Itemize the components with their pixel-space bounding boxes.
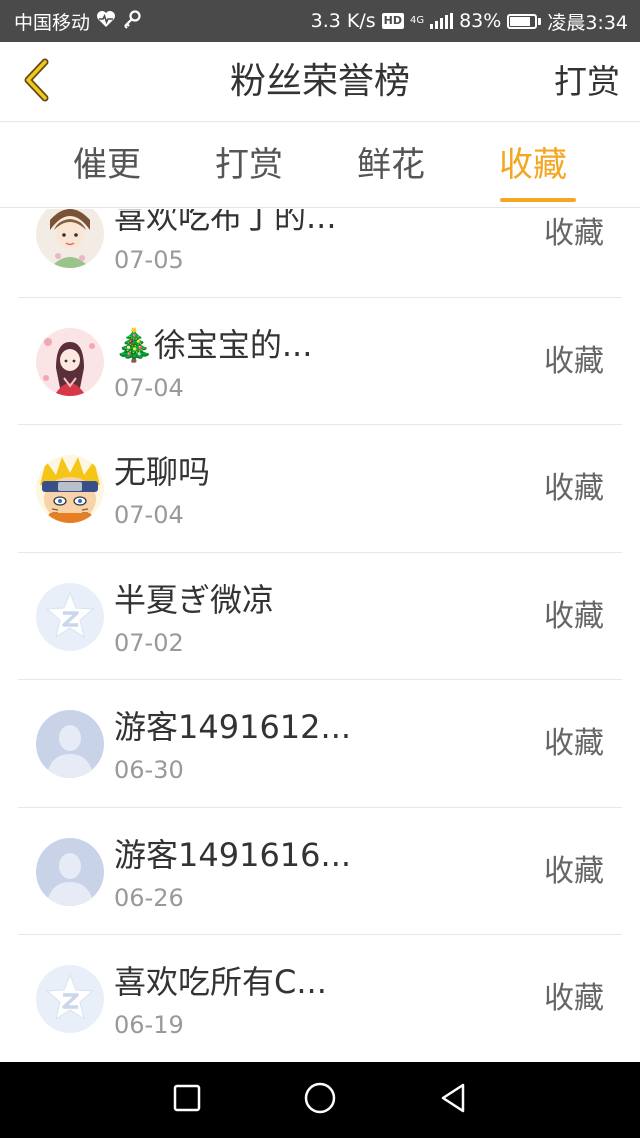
key-icon <box>122 9 142 34</box>
action-type: 收藏 <box>544 853 604 889</box>
tab-label: 收藏 <box>499 145 567 185</box>
list-item[interactable]: 无聊吗 07-04 收藏 <box>18 425 622 553</box>
action-date: 06-26 <box>114 883 184 912</box>
tab-label: 打赏 <box>215 145 283 185</box>
nav-back-button[interactable] <box>423 1070 483 1130</box>
recent-apps-button[interactable] <box>157 1070 217 1130</box>
action-date: 06-30 <box>114 756 184 784</box>
default-z-avatar <box>36 965 104 1033</box>
back-icon <box>438 1082 468 1118</box>
user-name: 喜欢吃布丁的... <box>114 209 337 236</box>
list-item[interactable]: 喜欢吃所有C... 06-19 收藏 <box>18 935 622 1062</box>
naruto-avatar <box>36 455 104 523</box>
anime-girl-avatar <box>36 327 104 396</box>
net-speed: 3.3 K/s <box>310 10 376 32</box>
user-name: 半夏ぎ微凉 <box>114 580 275 619</box>
user-name: 喜欢吃所有C... <box>114 963 327 1001</box>
hd-badge: HD <box>381 13 404 29</box>
default-person-avatar <box>36 837 104 906</box>
heart-pulse-icon <box>96 10 116 33</box>
action-type: 收藏 <box>544 216 604 251</box>
action-type: 收藏 <box>544 598 604 634</box>
reward-button[interactable]: 打赏 <box>554 42 620 122</box>
tab-favorites[interactable]: 收藏 <box>478 122 588 208</box>
clock: 凌晨3:34 <box>547 11 628 34</box>
user-name: 游客1491616... <box>114 835 352 874</box>
tab-reward[interactable]: 打赏 <box>194 122 304 208</box>
action-date: 07-02 <box>114 628 184 657</box>
tab-urge[interactable]: 催更 <box>52 122 162 208</box>
home-icon <box>303 1081 337 1119</box>
status-right: 3.3 K/s HD 4G 83% 凌晨3:34 <box>311 8 628 35</box>
tab-label: 鲜花 <box>357 145 425 185</box>
battery-percent: 83% <box>459 10 502 32</box>
default-z-avatar <box>36 582 104 651</box>
user-name: 游客1491612... <box>114 708 352 746</box>
action-type: 收藏 <box>544 726 604 761</box>
user-name: 🎄徐宝宝的... <box>114 325 313 364</box>
list-item[interactable]: 🎄徐宝宝的... 07-04 收藏 <box>18 298 622 425</box>
home-button[interactable] <box>290 1070 350 1130</box>
tab-bar: 催更 打赏 鲜花 收藏 <box>0 122 640 208</box>
battery-icon <box>507 13 542 29</box>
status-left: 中国移动 <box>14 8 142 35</box>
app-header: 粉丝荣誉榜 打赏 <box>0 42 640 122</box>
action-type: 收藏 <box>544 343 604 379</box>
action-date: 07-05 <box>114 246 184 274</box>
user-name: 无聊吗 <box>114 453 211 491</box>
list-item[interactable]: 游客1491612... 06-30 收藏 <box>18 680 622 808</box>
action-date: 07-04 <box>114 501 184 529</box>
action-type: 收藏 <box>544 471 604 506</box>
action-type: 收藏 <box>544 981 604 1016</box>
tab-label: 催更 <box>73 145 141 185</box>
default-person-avatar <box>36 710 104 778</box>
carrier-name: 中国移动 <box>14 11 91 34</box>
net-type: 4G <box>409 15 425 26</box>
page-title: 粉丝荣誉榜 <box>229 61 410 102</box>
action-date: 06-19 <box>114 1011 184 1039</box>
list-item[interactable]: 游客1491616... 06-26 收藏 <box>18 808 622 935</box>
signal-icon <box>430 13 454 29</box>
list-item[interactable]: 半夏ぎ微凉 07-02 收藏 <box>18 553 622 680</box>
status-bar: 中国移动 3.3 K/s HD 4G 83% 凌晨3:34 <box>0 0 640 42</box>
recent-apps-icon <box>172 1083 202 1117</box>
active-tab-indicator <box>500 198 576 202</box>
list-item[interactable]: 喜欢吃布丁的... 07-05 收藏 <box>18 209 622 298</box>
system-nav-bar <box>0 1062 640 1138</box>
action-date: 07-04 <box>114 373 184 402</box>
girl-illustration-avatar <box>36 209 104 268</box>
tab-flowers[interactable]: 鲜花 <box>336 122 446 208</box>
fan-list-content: 喜欢吃布丁的... 07-05 收藏 🎄徐宝宝的... 07-04 收藏 无聊吗… <box>0 209 640 1062</box>
fan-list[interactable]: 喜欢吃布丁的... 07-05 收藏 🎄徐宝宝的... 07-04 收藏 无聊吗… <box>0 209 640 1062</box>
